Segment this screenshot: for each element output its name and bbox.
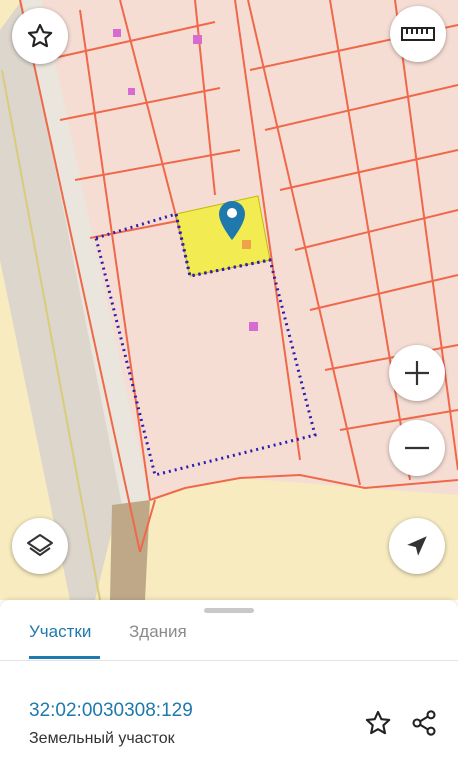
map-view[interactable] bbox=[0, 0, 458, 601]
tab-parcels[interactable]: Участки bbox=[29, 622, 91, 642]
locate-button[interactable] bbox=[389, 518, 445, 574]
bottom-sheet: Участки Здания 32:02:0030308:129 Земельн… bbox=[0, 600, 458, 767]
zoom-out-button[interactable] bbox=[389, 420, 445, 476]
tabs-divider bbox=[0, 660, 458, 661]
map-marker bbox=[128, 88, 135, 95]
tab-buildings[interactable]: Здания bbox=[129, 622, 187, 642]
ruler-button[interactable] bbox=[390, 6, 446, 62]
star-icon bbox=[27, 23, 53, 48]
cadastral-map[interactable] bbox=[0, 0, 458, 601]
sheet-drag-handle[interactable] bbox=[204, 608, 254, 613]
minus-icon bbox=[405, 446, 429, 450]
property-type: Земельный участок bbox=[29, 730, 175, 747]
map-marker bbox=[193, 35, 202, 44]
ruler-icon bbox=[401, 27, 435, 41]
zoom-in-button[interactable] bbox=[389, 345, 445, 401]
map-marker bbox=[249, 322, 258, 331]
star-icon bbox=[365, 710, 391, 735]
navigation-arrow-icon bbox=[407, 536, 427, 556]
plus-icon bbox=[405, 361, 429, 385]
share-icon bbox=[412, 710, 436, 736]
building-marker bbox=[242, 240, 251, 249]
favorite-map-button[interactable] bbox=[12, 8, 68, 64]
map-marker bbox=[113, 29, 121, 37]
active-tab-indicator bbox=[29, 656, 100, 659]
cadastral-number[interactable]: 32:02:0030308:129 bbox=[29, 700, 193, 722]
layers-button[interactable] bbox=[12, 518, 68, 574]
layers-icon bbox=[27, 534, 53, 556]
share-button[interactable] bbox=[407, 706, 441, 740]
favorite-parcel-button[interactable] bbox=[361, 706, 395, 740]
road-section bbox=[110, 500, 150, 600]
